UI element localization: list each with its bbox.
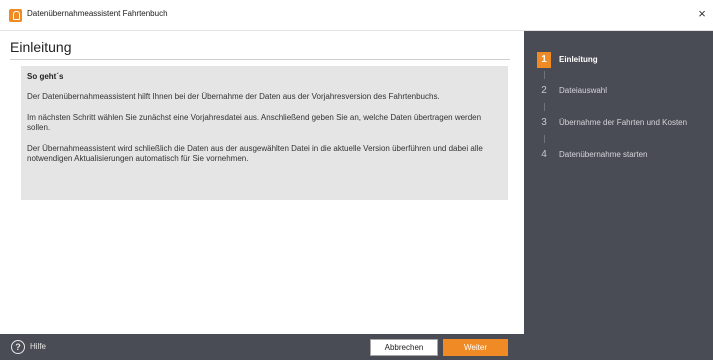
step-label: Übernahme der Fahrten und Kosten <box>559 118 688 127</box>
next-button[interactable]: Weiter <box>443 339 508 356</box>
title-bar: Datenübernahmeassistent Fahrtenbuch × <box>0 0 713 31</box>
step-number: 1 <box>537 52 551 68</box>
close-icon[interactable]: × <box>695 6 709 22</box>
info-heading: So geht´s <box>27 72 64 81</box>
step-number: 2 <box>541 85 547 96</box>
info-paragraph-3: Der Übernahmeassistent wird schließlich … <box>27 144 483 163</box>
step-label: Dateiauswahl <box>559 86 608 95</box>
steps-sidebar: 1 Einleitung 2 Dateiauswahl 3 Übernahme … <box>524 31 713 334</box>
page-title: Einleitung <box>10 39 72 55</box>
info-box: So geht´s Der Datenübernahmeassistent hi… <box>21 66 508 200</box>
window-title: Datenübernahmeassistent Fahrtenbuch <box>27 9 168 18</box>
step-label: Einleitung <box>559 55 598 64</box>
info-paragraph-1: Der Datenübernahmeassistent hilft Ihnen … <box>27 92 440 101</box>
step-connector <box>544 135 545 143</box>
step-number: 3 <box>541 117 547 128</box>
info-paragraph-2: Im nächsten Schritt wählen Sie zunächst … <box>27 113 482 132</box>
cancel-button[interactable]: Abbrechen <box>370 339 438 356</box>
step-number: 4 <box>541 149 547 160</box>
step-connector <box>544 103 545 111</box>
main-panel: Einleitung So geht´s Der Datenübernahmea… <box>0 31 524 334</box>
help-label: Hilfe <box>30 342 47 351</box>
step-label: Datenübernahme starten <box>559 150 648 159</box>
step-connector <box>544 71 545 79</box>
footer-bar: ? Hilfe Abbrechen Weiter <box>0 334 713 360</box>
app-logo-icon <box>9 9 22 22</box>
title-divider <box>10 59 510 60</box>
help-icon: ? <box>11 340 25 354</box>
